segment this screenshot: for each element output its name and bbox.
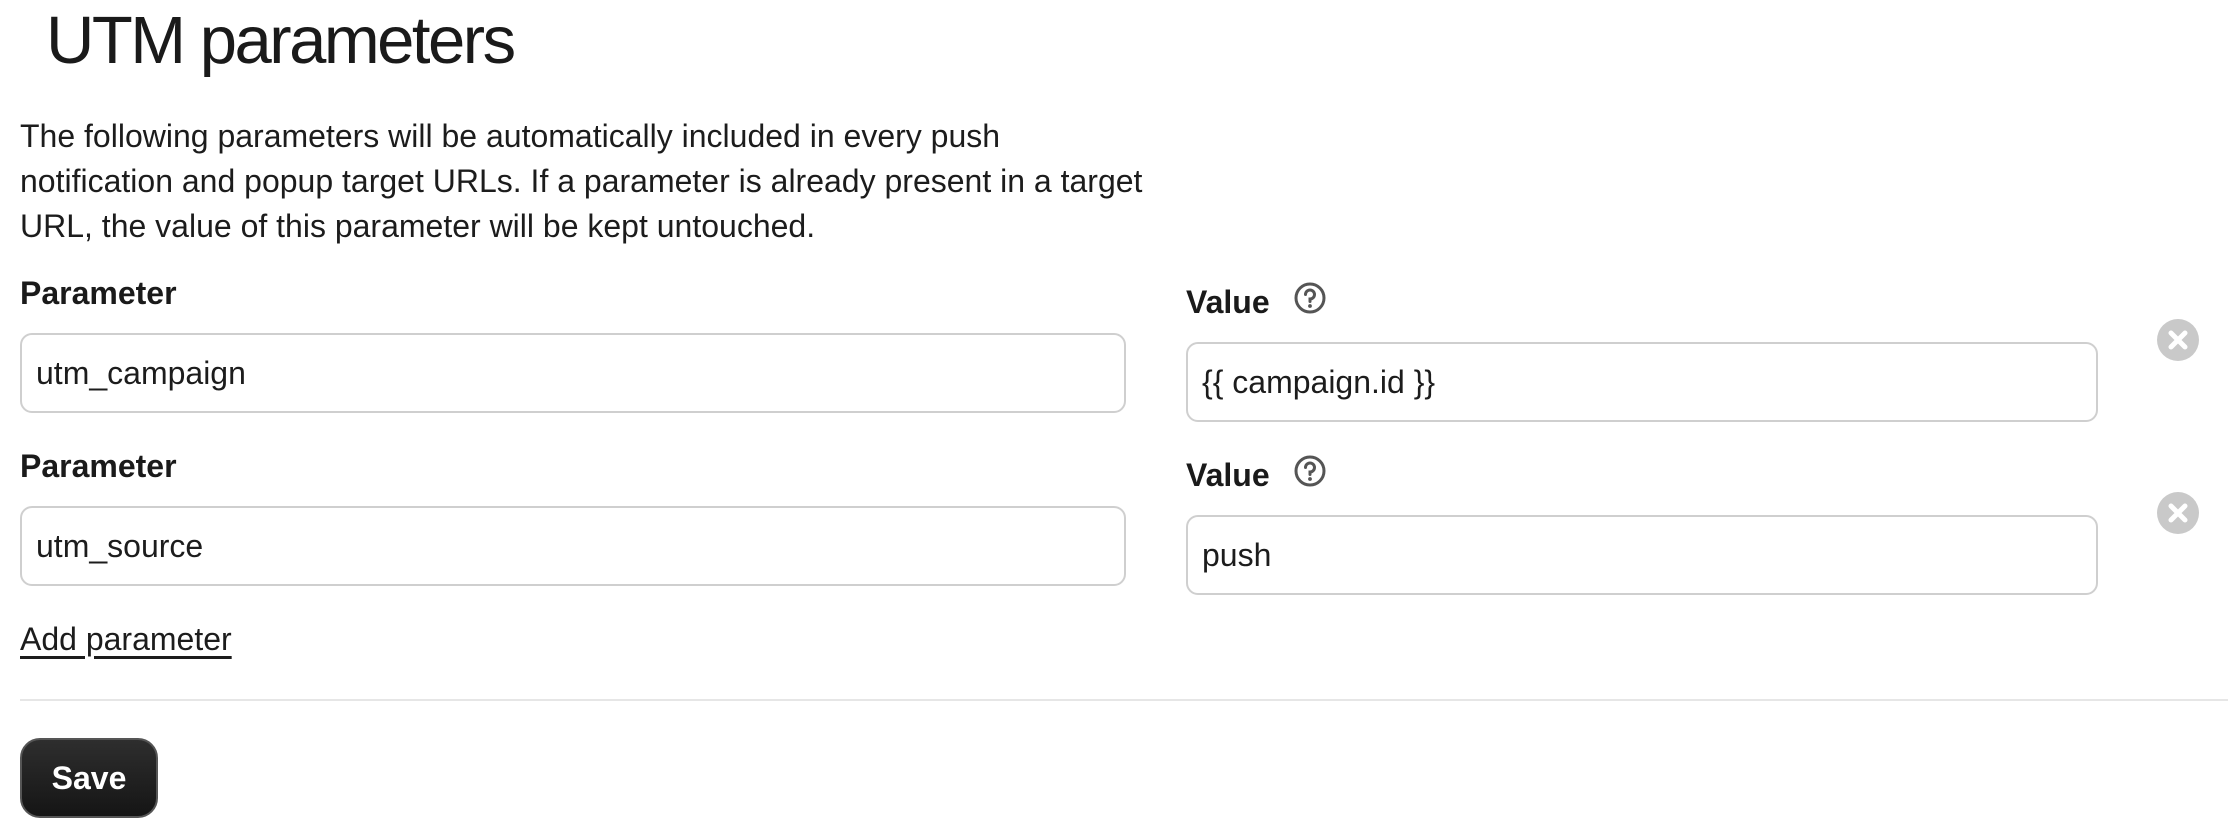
value-input[interactable]	[1186, 342, 2098, 422]
value-label: Value	[1186, 457, 1270, 493]
remove-x-circle-icon[interactable]	[2156, 491, 2200, 535]
add-parameter-link[interactable]: Add parameter	[20, 618, 232, 660]
parameter-input[interactable]	[20, 333, 1126, 413]
parameter-input[interactable]	[20, 506, 1126, 586]
value-label: Value	[1186, 284, 1270, 320]
divider	[20, 699, 2228, 701]
value-input[interactable]	[1186, 515, 2098, 595]
page-title: UTM parameters	[46, 3, 516, 78]
remove-x-circle-icon[interactable]	[2156, 318, 2200, 362]
save-button[interactable]: Save	[20, 738, 158, 818]
parameter-label: Parameter	[20, 448, 177, 484]
page-description: The following parameters will be automat…	[20, 118, 1143, 244]
parameter-label: Parameter	[20, 275, 177, 311]
question-circle-icon[interactable]	[1293, 454, 1327, 488]
question-circle-icon[interactable]	[1293, 281, 1327, 315]
